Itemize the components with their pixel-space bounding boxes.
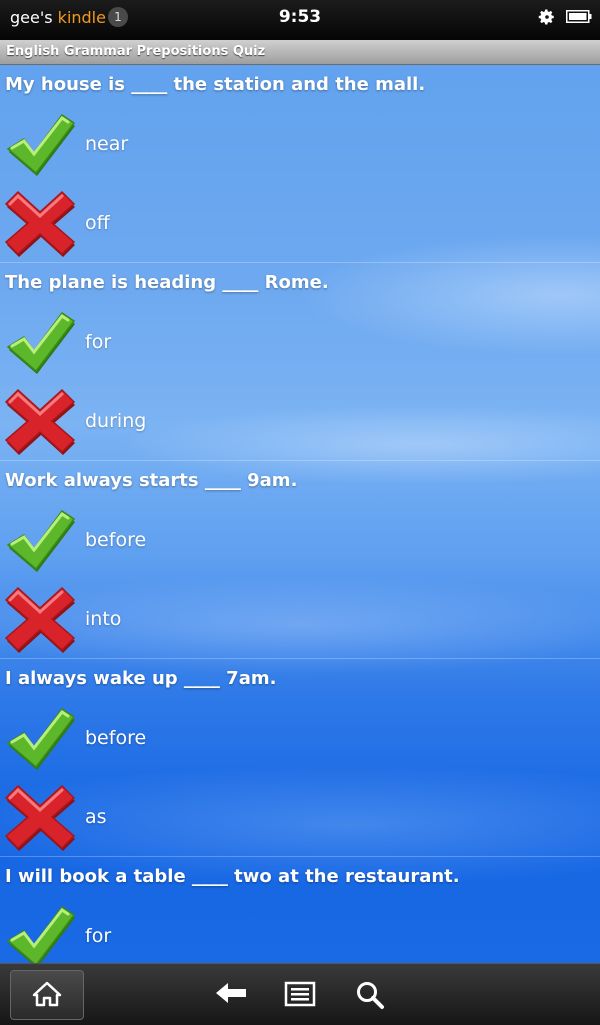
- checkmark-icon: [6, 707, 76, 770]
- home-button[interactable]: [10, 970, 84, 1020]
- status-bar: gee's kindle 1 9:53: [0, 0, 600, 40]
- answer-label: near: [85, 133, 129, 155]
- checkmark-icon: [6, 509, 76, 572]
- answer-option-correct[interactable]: before: [0, 699, 600, 777]
- answer-option-correct[interactable]: before: [0, 501, 600, 579]
- answer-option-correct[interactable]: near: [0, 105, 600, 183]
- answer-label: for: [85, 331, 112, 353]
- answer-label: off: [85, 212, 110, 234]
- answer-label: before: [85, 529, 147, 551]
- question-text: My house is ____ the station and the mal…: [5, 74, 426, 95]
- nav-bar: [0, 963, 600, 1025]
- question-text: I will book a table ____ two at the rest…: [5, 866, 460, 887]
- answer-option-incorrect[interactable]: into: [0, 580, 600, 658]
- answer-option-correct[interactable]: for: [0, 303, 600, 381]
- cross-icon: [4, 388, 76, 455]
- question-item: My house is ____ the station and the mal…: [0, 65, 600, 263]
- clock: 9:53: [278, 7, 322, 27]
- back-icon[interactable]: [214, 980, 248, 1006]
- question-item: I always wake up ____ 7am. before as: [0, 659, 600, 857]
- cross-icon: [4, 586, 76, 653]
- home-icon: [32, 981, 62, 1007]
- search-icon[interactable]: [355, 980, 385, 1010]
- question-text: I always wake up ____ 7am.: [5, 668, 277, 689]
- checkmark-icon: [6, 905, 76, 963]
- checkmark-icon: [6, 311, 76, 374]
- answer-option-incorrect[interactable]: as: [0, 778, 600, 856]
- page-title: English Grammar Prepositions Quiz: [6, 44, 266, 59]
- question-item: I will book a table ____ two at the rest…: [0, 857, 600, 963]
- question-item: Work always starts ____ 9am. before into: [0, 461, 600, 659]
- quiz-list[interactable]: My house is ____ the station and the mal…: [0, 65, 600, 963]
- answer-label: during: [85, 410, 147, 432]
- question-item: The plane is heading ____ Rome. for duri…: [0, 263, 600, 461]
- answer-label: for: [85, 925, 112, 947]
- answer-label: before: [85, 727, 147, 749]
- answer-label: into: [85, 608, 122, 630]
- cross-icon: [4, 190, 76, 257]
- cross-icon: [4, 784, 76, 851]
- battery-icon: [566, 10, 592, 23]
- checkmark-icon: [6, 113, 76, 176]
- answer-label: as: [85, 806, 107, 828]
- gear-icon[interactable]: [538, 8, 556, 26]
- answer-option-correct[interactable]: for: [0, 897, 600, 963]
- answer-option-incorrect[interactable]: off: [0, 184, 600, 262]
- title-bar: English Grammar Prepositions Quiz: [0, 40, 600, 65]
- menu-icon[interactable]: [284, 980, 316, 1008]
- question-text: The plane is heading ____ Rome.: [5, 272, 329, 293]
- question-text: Work always starts ____ 9am.: [5, 470, 298, 491]
- answer-option-incorrect[interactable]: during: [0, 382, 600, 460]
